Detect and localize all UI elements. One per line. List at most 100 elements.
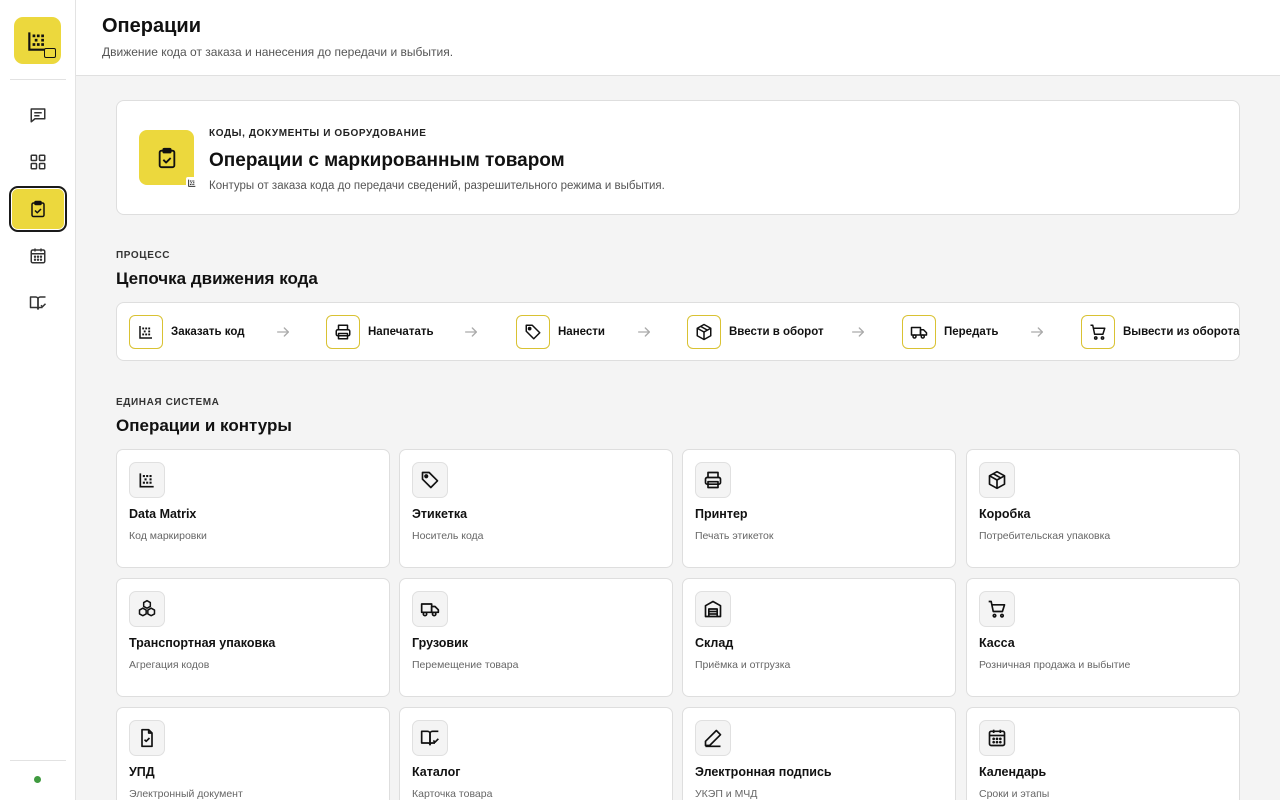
card-title: Склад bbox=[695, 636, 734, 650]
card-subtitle: Код маркировки bbox=[129, 530, 207, 542]
tag-icon bbox=[412, 462, 448, 498]
chat-icon bbox=[29, 106, 47, 124]
card-title: Касса bbox=[979, 636, 1015, 650]
card-subtitle: Приёмка и отгрузка bbox=[695, 659, 791, 671]
printer-icon bbox=[326, 315, 360, 349]
card-label[interactable]: Этикетка Носитель кода bbox=[399, 449, 673, 568]
card-subtitle: Карточка товара bbox=[412, 788, 493, 800]
datamatrix-badge-icon bbox=[186, 177, 198, 189]
pen-icon bbox=[695, 720, 731, 756]
card-catalog[interactable]: Каталог Карточка товара bbox=[399, 707, 673, 800]
card-title: Коробка bbox=[979, 507, 1031, 521]
system-title: Операции и контуры bbox=[116, 416, 292, 435]
arrow-right-icon bbox=[463, 324, 479, 340]
card-title: Календарь bbox=[979, 765, 1047, 779]
sidebar-item-catalog[interactable] bbox=[9, 281, 67, 325]
process-step-label: Напечатать bbox=[368, 326, 434, 338]
clipboard-check-icon bbox=[29, 200, 47, 218]
card-title: Принтер bbox=[695, 507, 748, 521]
book-check-icon bbox=[412, 720, 448, 756]
card-subtitle: Сроки и этапы bbox=[979, 788, 1050, 800]
sidebar-item-messages[interactable] bbox=[9, 93, 67, 137]
process-step-label: Ввести в оборот bbox=[729, 326, 824, 338]
card-subtitle: Розничная продажа и выбытие bbox=[979, 659, 1131, 671]
page-subtitle: Движение кода от заказа и нанесения до п… bbox=[102, 45, 454, 59]
calendar-icon bbox=[979, 720, 1015, 756]
truck-icon bbox=[412, 591, 448, 627]
process-step-order-code[interactable]: Заказать код bbox=[129, 315, 245, 349]
card-subtitle: Печать этикеток bbox=[695, 530, 774, 542]
arrow-right-icon bbox=[1029, 324, 1045, 340]
calendar-icon bbox=[29, 247, 47, 265]
card-printer[interactable]: Принтер Печать этикеток bbox=[682, 449, 956, 568]
card-title: Грузовик bbox=[412, 636, 469, 650]
process-step-label: Заказать код bbox=[171, 326, 245, 338]
printer-icon bbox=[695, 462, 731, 498]
tag-icon bbox=[516, 315, 550, 349]
card-title: Каталог bbox=[412, 765, 461, 779]
cart-icon bbox=[1081, 315, 1115, 349]
cart-icon bbox=[979, 591, 1015, 627]
card-warehouse[interactable]: Склад Приёмка и отгрузка bbox=[682, 578, 956, 697]
card-subtitle: Перемещение товара bbox=[412, 659, 519, 671]
hero-card: КОДЫ, ДОКУМЕНТЫ И ОБОРУДОВАНИЕ Операции … bbox=[116, 100, 1240, 215]
card-transport-pack[interactable]: Транспортная упаковка Агрегация кодов bbox=[116, 578, 390, 697]
card-title: УПД bbox=[129, 765, 155, 779]
status-indicator bbox=[34, 776, 41, 783]
card-data-matrix[interactable]: Data Matrix Код маркировки bbox=[116, 449, 390, 568]
card-cash-register[interactable]: Касса Розничная продажа и выбытие bbox=[966, 578, 1240, 697]
process-step-withdraw[interactable]: Вывести из оборота bbox=[1081, 315, 1240, 349]
card-box[interactable]: Коробка Потребительская упаковка bbox=[966, 449, 1240, 568]
process-step-label: Вывести из оборота bbox=[1123, 326, 1240, 338]
card-subtitle: Носитель кода bbox=[412, 530, 484, 542]
sidebar-item-operations[interactable] bbox=[9, 186, 67, 232]
clipboard-check-icon bbox=[156, 147, 178, 169]
system-kicker: ЕДИНАЯ СИСТЕМА bbox=[116, 397, 220, 408]
card-truck[interactable]: Грузовик Перемещение товара bbox=[399, 578, 673, 697]
arrow-right-icon bbox=[636, 324, 652, 340]
card-e-signature[interactable]: Электронная подпись УКЭП и МЧД bbox=[682, 707, 956, 800]
hero-kicker: КОДЫ, ДОКУМЕНТЫ И ОБОРУДОВАНИЕ bbox=[209, 128, 427, 139]
card-subtitle: Агрегация кодов bbox=[129, 659, 210, 671]
card-subtitle: Потребительская упаковка bbox=[979, 530, 1111, 542]
process-chain: Заказать код Напечатать Нанести Ввести в… bbox=[116, 302, 1240, 361]
page-title: Операции bbox=[102, 15, 201, 37]
hero-description: Контуры от заказа кода до передачи сведе… bbox=[209, 180, 665, 192]
process-title: Цепочка движения кода bbox=[116, 269, 318, 288]
card-title: Data Matrix bbox=[129, 507, 197, 521]
datamatrix-icon bbox=[129, 462, 165, 498]
sidebar-item-calendar[interactable] bbox=[9, 234, 67, 278]
app-logo[interactable] bbox=[14, 17, 61, 64]
document-check-icon bbox=[129, 720, 165, 756]
process-step-print[interactable]: Напечатать bbox=[326, 315, 434, 349]
card-title: Транспортная упаковка bbox=[129, 636, 276, 650]
book-check-icon bbox=[29, 294, 47, 312]
datamatrix-icon bbox=[129, 315, 163, 349]
box-icon bbox=[979, 462, 1015, 498]
card-subtitle: УКЭП и МЧД bbox=[695, 788, 758, 800]
process-step-introduce[interactable]: Ввести в оборот bbox=[687, 315, 824, 349]
box-icon bbox=[687, 315, 721, 349]
sidebar-divider bbox=[10, 760, 66, 761]
card-title: Электронная подпись bbox=[695, 765, 832, 779]
card-subtitle: Электронный документ bbox=[129, 788, 243, 800]
arrow-right-icon bbox=[850, 324, 866, 340]
arrow-right-icon bbox=[275, 324, 291, 340]
card-title: Этикетка bbox=[412, 507, 468, 521]
process-step-label: Передать bbox=[944, 326, 999, 338]
datamatrix-logo-icon bbox=[25, 28, 56, 58]
page-header: Операции Движение кода от заказа и нанес… bbox=[76, 0, 1280, 76]
sidebar-divider bbox=[10, 79, 66, 80]
truck-icon bbox=[902, 315, 936, 349]
sidebar-item-dashboard[interactable] bbox=[9, 140, 67, 184]
card-calendar[interactable]: Календарь Сроки и этапы bbox=[966, 707, 1240, 800]
process-step-label: Нанести bbox=[558, 326, 605, 338]
process-step-apply[interactable]: Нанести bbox=[516, 315, 605, 349]
sidebar bbox=[0, 0, 76, 800]
boxes-icon bbox=[129, 591, 165, 627]
process-step-transfer[interactable]: Передать bbox=[902, 315, 998, 349]
hero-title: Операции с маркированным товаром bbox=[209, 150, 565, 171]
card-upd[interactable]: УПД Электронный документ bbox=[116, 707, 390, 800]
grid-icon bbox=[29, 153, 47, 171]
hero-icon-tile bbox=[139, 130, 198, 189]
